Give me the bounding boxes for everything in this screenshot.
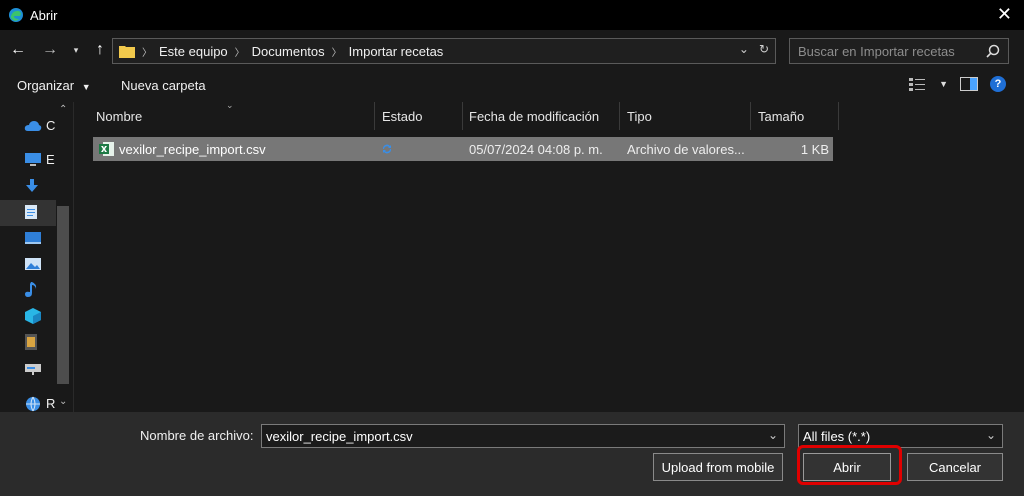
- desktop-icon: [25, 232, 41, 244]
- sidebar-item-pictures[interactable]: [24, 254, 44, 274]
- sidebar-item-label[interactable]: R: [46, 396, 55, 411]
- sidebar-item-label[interactable]: E: [46, 152, 55, 167]
- file-modified: 05/07/2024 04:08 p. m.: [469, 142, 603, 157]
- up-arrow-icon[interactable]: ↑: [90, 40, 110, 60]
- column-header-name[interactable]: Nombre: [90, 102, 375, 130]
- command-bar: Organizar ▼ Nueva carpeta ▼ ?: [0, 70, 1024, 102]
- cancel-button[interactable]: Cancelar: [907, 453, 1003, 481]
- filename-input[interactable]: vexilor_recipe_import.csv ⌄: [261, 424, 785, 448]
- network-drive-icon: [25, 364, 41, 375]
- organize-menu-button[interactable]: Organizar ▼: [17, 78, 91, 93]
- window-title: Abrir: [30, 7, 58, 23]
- videos-icon: [25, 334, 37, 350]
- file-size: 1 KB: [800, 142, 829, 157]
- sidebar-item-downloads[interactable]: [24, 176, 44, 196]
- scroll-down-arrow-icon[interactable]: ⌄: [59, 396, 67, 407]
- downloads-icon: [26, 179, 38, 192]
- edge-browser-icon: [9, 8, 23, 22]
- documents-icon: [25, 205, 37, 219]
- new-folder-button[interactable]: Nueva carpeta: [121, 78, 206, 93]
- 3d-objects-icon: [25, 308, 41, 324]
- column-header-modified[interactable]: Fecha de modificación: [463, 102, 620, 130]
- close-icon[interactable]: ✕: [997, 5, 1012, 23]
- search-placeholder: Buscar en Importar recetas: [798, 43, 955, 59]
- back-arrow-icon[interactable]: ←: [8, 40, 28, 60]
- sidebar-item-this-pc[interactable]: [24, 150, 44, 170]
- network-icon: [26, 396, 40, 412]
- address-bar[interactable]: 〉 Este equipo 〉 Documentos 〉 Importar re…: [112, 38, 776, 64]
- pictures-icon: [25, 258, 41, 270]
- navigation-pane: C E R ⌃ ⌄: [0, 102, 74, 412]
- breadcrumb-importar-recetas[interactable]: Importar recetas: [349, 44, 444, 59]
- filename-value: vexilor_recipe_import.csv: [266, 429, 413, 444]
- file-name: vexilor_recipe_import.csv: [119, 142, 266, 157]
- file-row[interactable]: vexilor_recipe_import.csv 05/07/2024 04:…: [93, 137, 833, 161]
- column-header-type[interactable]: Tipo: [621, 102, 751, 130]
- upload-from-mobile-button[interactable]: Upload from mobile: [653, 453, 783, 481]
- help-icon[interactable]: ?: [990, 76, 1006, 92]
- music-icon: [25, 282, 37, 297]
- filename-dropdown-chevron-icon[interactable]: ⌄: [768, 428, 778, 442]
- sidebar-item-network-drive[interactable]: [24, 358, 44, 378]
- breadcrumb-separator-icon: 〉: [331, 47, 342, 59]
- file-type: Archivo de valores...: [627, 142, 745, 157]
- sidebar-item-desktop[interactable]: [24, 228, 44, 248]
- sidebar-item-3d-objects[interactable]: [24, 306, 44, 326]
- sidebar-item-music[interactable]: [24, 280, 44, 300]
- search-input[interactable]: Buscar en Importar recetas: [789, 38, 1009, 64]
- dialog-footer: Nombre de archivo: vexilor_recipe_import…: [0, 412, 1024, 496]
- filetype-value: All files (*.*): [803, 429, 871, 444]
- sidebar-item-network[interactable]: [24, 394, 44, 414]
- sidebar-item-videos[interactable]: [24, 332, 44, 352]
- breadcrumb-separator-icon: 〉: [234, 47, 245, 59]
- recent-locations-chevron-icon[interactable]: ▾: [66, 40, 86, 60]
- excel-csv-icon: [99, 142, 114, 156]
- breadcrumb-separator-icon: 〉: [142, 47, 152, 59]
- sidebar-item-onedrive[interactable]: [24, 116, 44, 136]
- view-options-chevron-icon[interactable]: ▼: [939, 79, 948, 89]
- search-icon[interactable]: [986, 44, 1000, 58]
- organize-chevron-icon: ▼: [81, 82, 91, 92]
- filename-label: Nombre de archivo:: [140, 428, 254, 443]
- filetype-dropdown-chevron-icon: ⌄: [985, 428, 996, 442]
- file-list: ⌄ Nombre Estado Fecha de modificación Ti…: [76, 100, 1024, 412]
- preview-pane-icon[interactable]: [960, 77, 978, 91]
- refresh-icon[interactable]: ↻: [759, 42, 769, 56]
- breadcrumb-este-equipo[interactable]: Este equipo: [159, 44, 228, 59]
- open-button[interactable]: Abrir: [803, 453, 891, 481]
- title-bar: Abrir ✕: [0, 0, 1024, 30]
- sidebar-scrollbar-thumb[interactable]: [57, 206, 69, 384]
- sync-icon: [382, 144, 392, 154]
- address-dropdown-chevron-icon[interactable]: ⌄: [739, 42, 749, 56]
- sidebar-item-label[interactable]: C: [46, 118, 55, 133]
- forward-arrow-icon[interactable]: →: [40, 40, 60, 60]
- address-row: ← → ▾ ↑ 〉 Este equipo 〉 Documentos 〉 Imp…: [0, 30, 1024, 70]
- folder-icon: [119, 46, 135, 58]
- view-options-icon[interactable]: [909, 77, 927, 91]
- scroll-up-arrow-icon[interactable]: ⌃: [59, 104, 67, 115]
- breadcrumb-documentos[interactable]: Documentos: [252, 44, 325, 59]
- column-header-status[interactable]: Estado: [376, 102, 463, 130]
- sidebar-item-documents[interactable]: [24, 202, 44, 222]
- onedrive-cloud-icon: [24, 121, 42, 131]
- organize-label: Organizar: [17, 78, 75, 93]
- column-header-size[interactable]: Tamaño: [752, 102, 839, 130]
- this-pc-icon: [25, 153, 41, 166]
